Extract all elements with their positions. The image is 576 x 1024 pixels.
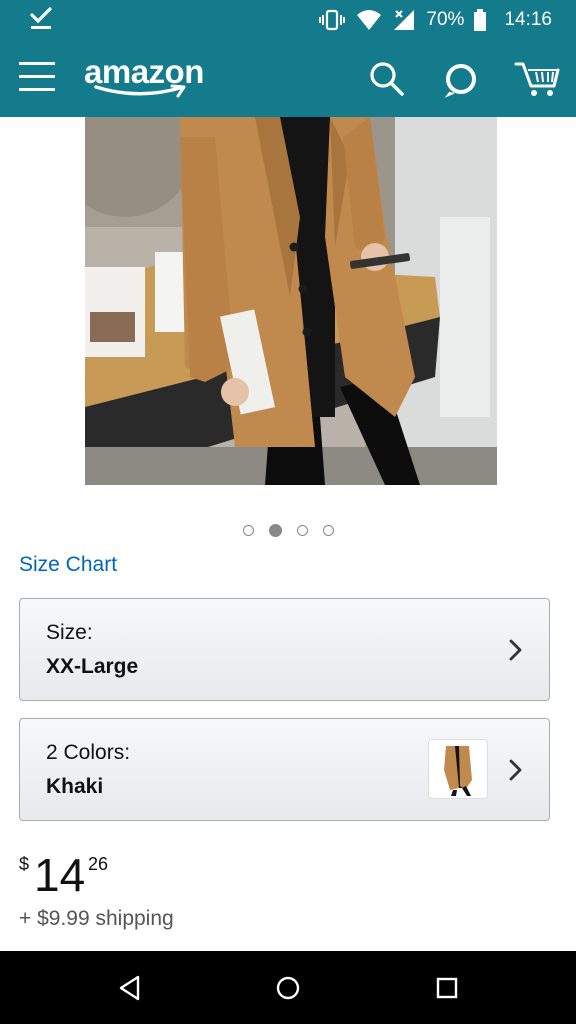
alexa-icon[interactable] (443, 60, 479, 98)
carousel-dot[interactable] (242, 524, 254, 536)
clock: 14:16 (504, 9, 552, 30)
coat-thumbnail (444, 746, 472, 796)
product-image[interactable] (85, 117, 497, 485)
amazon-logo[interactable]: amazon (84, 54, 216, 102)
status-indicators: 70% 14:16 (318, 0, 552, 40)
shipping-cost: + $9.99 shipping (19, 907, 174, 930)
size-value: XX-Large (46, 655, 139, 678)
app-bar: amazon (0, 40, 576, 117)
menu-icon[interactable] (18, 58, 56, 96)
vibrate-icon (319, 9, 346, 31)
carousel-dot[interactable] (296, 524, 308, 536)
color-swatch-thumbnail[interactable] (428, 739, 488, 799)
back-icon[interactable] (118, 975, 142, 1001)
home-icon[interactable] (276, 976, 300, 1000)
system-nav-bar (0, 951, 576, 1024)
cell-signal-icon (394, 10, 415, 30)
carousel-dot[interactable] (322, 524, 334, 536)
battery-icon (474, 9, 487, 31)
cart-icon[interactable] (514, 58, 560, 98)
price-whole: 14 (34, 849, 86, 901)
download-done-icon (30, 7, 52, 29)
color-selector[interactable]: 2 Colors: Khaki (19, 718, 550, 821)
carousel-indicator (0, 520, 576, 540)
color-value: Khaki (46, 775, 104, 798)
size-label: Size: (46, 621, 93, 644)
smile-arrow-icon (94, 84, 186, 98)
price-fraction: 26 (88, 854, 109, 874)
carousel-dot-active[interactable] (268, 523, 282, 537)
size-selector[interactable]: Size: XX-Large (19, 598, 550, 701)
chevron-right-icon (509, 759, 522, 781)
battery-percent: 70% (426, 9, 465, 30)
color-label: 2 Colors: (46, 741, 131, 764)
recents-icon[interactable] (436, 977, 458, 999)
chevron-right-icon (509, 639, 522, 661)
status-bar: 70% 14:16 (0, 0, 576, 40)
search-icon[interactable] (368, 60, 406, 98)
coat-photo (85, 117, 497, 485)
size-chart-link[interactable]: Size Chart (19, 553, 117, 577)
price-currency-symbol: $ (19, 854, 30, 874)
wifi-icon (357, 10, 382, 30)
